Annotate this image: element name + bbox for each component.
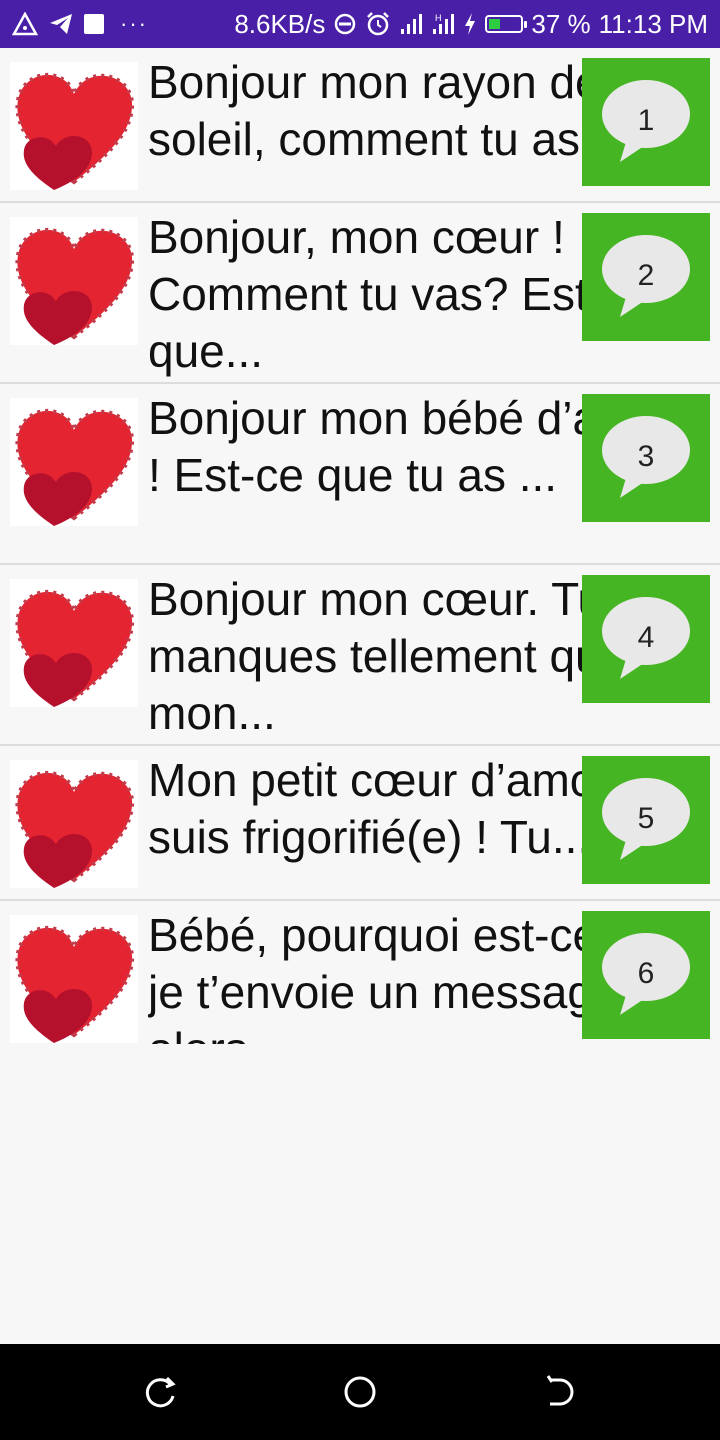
message-number: 5: [637, 802, 655, 835]
dnd-icon: [333, 8, 357, 40]
list-item[interactable]: Bonjour, mon cœur ! Comment tu vas? Est-…: [0, 203, 720, 384]
svg-text:H: H: [435, 13, 442, 23]
home-icon[interactable]: [340, 1372, 380, 1412]
message-bubble-button[interactable]: 2: [582, 213, 710, 341]
message-bubble-button[interactable]: 1: [582, 58, 710, 186]
status-bar: ··· 8.6KB/s H 37 % 11:13 PM: [0, 0, 720, 48]
heart-thumbnail-icon: [10, 915, 138, 1043]
battery-icon: [485, 8, 528, 40]
list-item[interactable]: Bébé, pourquoi est-ce que je t’envoie un…: [0, 901, 720, 1044]
message-number: 4: [637, 621, 655, 654]
battery-percent: 37 %: [531, 8, 591, 39]
list-item[interactable]: Bonjour mon rayon de soleil, comment tu …: [0, 48, 720, 203]
heart-thumbnail-icon: [10, 760, 138, 888]
telegram-icon: [48, 8, 74, 40]
message-number: 1: [637, 104, 655, 137]
heart-thumbnail-icon: [10, 217, 138, 345]
warning-triangle-icon: [12, 8, 38, 40]
signal-h-icon: H: [431, 8, 455, 40]
message-list[interactable]: Bonjour mon rayon de soleil, comment tu …: [0, 48, 720, 1044]
message-bubble-button[interactable]: 3: [582, 394, 710, 522]
square-icon: [84, 8, 104, 40]
heart-thumbnail-icon: [10, 579, 138, 707]
list-item[interactable]: Bonjour mon bébé d’amour ! Est-ce que tu…: [0, 384, 720, 565]
message-number: 3: [637, 440, 655, 473]
list-item[interactable]: Bonjour mon cœur. Tu me manques tellemen…: [0, 565, 720, 746]
message-number: 6: [637, 957, 655, 990]
charging-icon: [463, 8, 477, 40]
alarm-icon: [365, 8, 391, 40]
message-bubble-button[interactable]: 4: [582, 575, 710, 703]
message-bubble-button[interactable]: 5: [582, 756, 710, 884]
heart-thumbnail-icon: [10, 62, 138, 190]
message-number: 2: [637, 259, 655, 292]
clock: 11:13 PM: [598, 8, 708, 39]
list-item[interactable]: Mon petit cœur d’amour, je suis frigorif…: [0, 746, 720, 901]
signal-icon: [399, 8, 423, 40]
navigation-bar: [0, 1344, 720, 1440]
more-icon: ···: [120, 11, 148, 36]
message-bubble-button[interactable]: 6: [582, 911, 710, 1039]
back-icon[interactable]: [540, 1372, 580, 1412]
heart-thumbnail-icon: [10, 398, 138, 526]
network-speed: 8.6KB/s: [234, 8, 326, 39]
recent-apps-icon[interactable]: [140, 1372, 180, 1412]
